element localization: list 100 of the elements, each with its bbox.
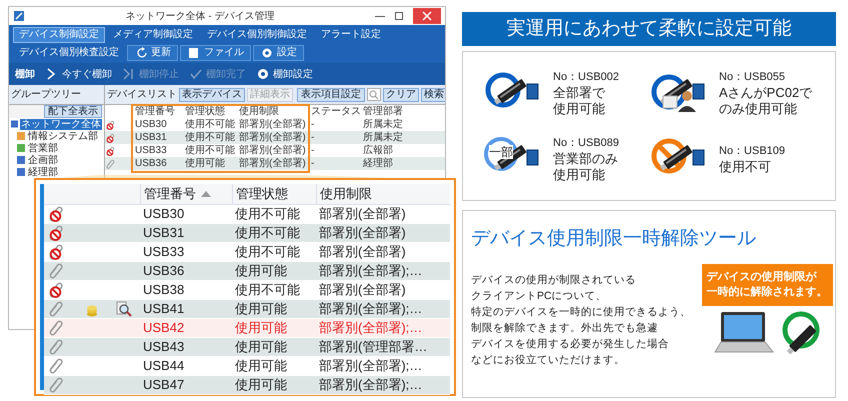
table-row[interactable]: USB43 使用可能 部署別(管理部署… — [44, 338, 450, 356]
column-header[interactable]: 使用制限 — [239, 106, 311, 118]
card-title: デバイス使用制限一時解除ツール — [471, 227, 757, 251]
clear-button[interactable]: クリア — [383, 88, 419, 102]
table-cell-text: 部署別(全部署) — [318, 242, 407, 261]
table-cell-text: 使用可能 — [234, 356, 288, 375]
description-line: 特定のデバイスを一時的に使用できるよう、 — [471, 304, 691, 320]
panel-title: グループツリー — [11, 88, 81, 102]
search-button[interactable]: 検索 — [421, 88, 445, 102]
table-cell-text: 使用不可能 — [185, 118, 236, 130]
toolbar-button[interactable]: 更新 — [127, 45, 178, 61]
table-cell-text: 経理部 — [363, 158, 394, 170]
maximize-button[interactable] — [395, 12, 403, 20]
table-cell-text: - — [311, 118, 316, 130]
table-cell-text: 部署別(全部署);… — [318, 318, 424, 337]
table-cell-text: 部署別(全部署) — [239, 118, 307, 130]
column-header[interactable]: ステータス — [311, 106, 363, 118]
table-cell-text: USB44 — [142, 356, 186, 375]
table-cell-text: 使用不可能 — [185, 144, 236, 156]
toolbar-button[interactable]: 棚卸設定 — [256, 66, 313, 82]
table-cell-text: 使用可能 — [234, 318, 288, 337]
table-cell-text: - — [311, 158, 316, 170]
done-icon — [189, 67, 203, 81]
column-header[interactable]: 管理状態 — [232, 184, 316, 204]
table-cell-text: 部署別(全部署) — [318, 280, 407, 299]
settings-tab[interactable]: デバイス個別検査設定 — [13, 45, 125, 61]
toolbar-button[interactable]: ファイル — [180, 45, 251, 61]
usage-description: 使用可能 — [553, 167, 606, 184]
file-icon — [187, 46, 201, 60]
table-cell-text: 部署別(全部署) — [239, 132, 307, 144]
toolbar-button[interactable]: 今すぐ棚卸 — [45, 66, 112, 82]
search-field[interactable] — [367, 88, 381, 101]
table-cell-text: 広報部 — [363, 144, 394, 156]
tree-item[interactable]: 企画部 — [27, 154, 59, 166]
settings-icon — [260, 46, 274, 60]
usage-description: 全部署で — [553, 85, 606, 102]
table-cell-text: USB36 — [142, 262, 186, 280]
table-cell-text: 所属未定 — [363, 132, 404, 144]
table-cell-text: USB30 — [142, 204, 186, 223]
table-row[interactable]: USB41 使用可能 部署別(全部署);… — [44, 300, 450, 318]
panel-title: デバイスリスト — [107, 88, 177, 102]
table-cell-text: 使用可能 — [234, 262, 288, 280]
table-cell-text: 使用可能 — [234, 376, 288, 394]
table-cell-text: 使用不可能 — [234, 224, 301, 242]
table-cell-text: 使用可能 — [185, 158, 226, 170]
table-cell-text: 使用不可能 — [234, 280, 301, 299]
description-line: などにお役立ていただけます。 — [471, 352, 626, 368]
table-row[interactable]: USB42 使用可能 部署別(全部署);… — [44, 318, 450, 338]
view-tab[interactable]: 表示デバイス — [179, 88, 245, 102]
table-cell-text: 使用可能 — [234, 338, 288, 356]
tree-item[interactable]: 情報システム部 — [27, 130, 99, 142]
table-cell-text: USB33 — [142, 242, 186, 261]
toolbar-button[interactable]: 設定 — [253, 45, 304, 61]
table-cell-text: USB43 — [142, 338, 186, 356]
column-header[interactable]: 使用制限 — [316, 184, 444, 204]
device-number: No：USB002 — [553, 70, 620, 85]
usage-description: 使用不可 — [719, 159, 772, 176]
callout-line: デバイスの使用制限が — [706, 270, 818, 284]
table-cell-text: 部署別(全部署);… — [318, 376, 424, 394]
description-line: デバイスの使用が制限されている — [471, 272, 637, 288]
description-line: デバイスを使用する必要が発生した場合 — [471, 336, 670, 352]
settings-tab[interactable]: メディア制御設定 — [107, 27, 199, 43]
table-cell-text: USB41 — [142, 300, 186, 318]
column-header[interactable]: 管理部署 — [363, 106, 411, 118]
table-row[interactable]: USB47 使用可能 部署別(全部署);… — [44, 376, 450, 394]
settings-tab[interactable]: アラート設定 — [315, 27, 387, 43]
table-cell-text: USB30 — [135, 118, 168, 130]
table-row[interactable]: USB31 使用不可能 部署別(全部署) — [44, 224, 450, 242]
table-cell-text: USB36 — [135, 158, 168, 170]
table-cell-text: 所属未定 — [363, 118, 404, 130]
tree-item[interactable]: 経理部 — [27, 166, 59, 178]
app-icon — [13, 10, 25, 22]
table-cell-text: USB33 — [135, 144, 168, 156]
column-settings-button[interactable]: 表示項目設定 — [297, 88, 365, 102]
table-row[interactable]: USB30 使用不可能 部署別(全部署) — [44, 204, 450, 224]
settings-tab[interactable]: デバイス個別制御設定 — [201, 27, 313, 43]
settings-tab[interactable]: デバイス制御設定 — [13, 27, 105, 43]
column-header[interactable]: 管理状態 — [185, 106, 239, 118]
table-cell-text: - — [311, 132, 316, 144]
tree-item[interactable]: 営業部 — [27, 142, 59, 154]
window-title: ネットワーク全体 - デバイス管理 — [124, 10, 276, 24]
feature-banner: 実運用にあわせて柔軟に設定可能 — [462, 12, 836, 46]
table-row[interactable]: USB36 使用可能 部署別(全部署);… — [44, 262, 450, 280]
table-cell-text: USB38 — [142, 280, 186, 299]
column-header[interactable]: 管理番号 — [140, 184, 232, 204]
laptop-icon — [713, 310, 775, 354]
table-cell-text: 部署別(全部署);… — [318, 356, 424, 375]
show-all-button[interactable]: 配下全表示 — [44, 105, 102, 118]
table-cell-text: USB31 — [135, 132, 168, 144]
table-cell-text: 部署別(管理部署… — [318, 338, 428, 356]
table-cell-text: 使用可能 — [234, 300, 288, 318]
column-header[interactable]: 管理番号 — [135, 106, 185, 118]
table-cell-text: 使用不可能 — [234, 242, 301, 261]
partial-badge: 一部 — [489, 145, 513, 159]
description-line: クライアントPCについて、 — [471, 288, 608, 304]
tree-item[interactable]: ネットワーク全体 — [20, 118, 102, 130]
device-number: No：USB089 — [553, 136, 620, 151]
search-icon — [369, 90, 379, 100]
stop-icon — [122, 67, 136, 81]
table-cell-text: USB47 — [142, 376, 186, 394]
